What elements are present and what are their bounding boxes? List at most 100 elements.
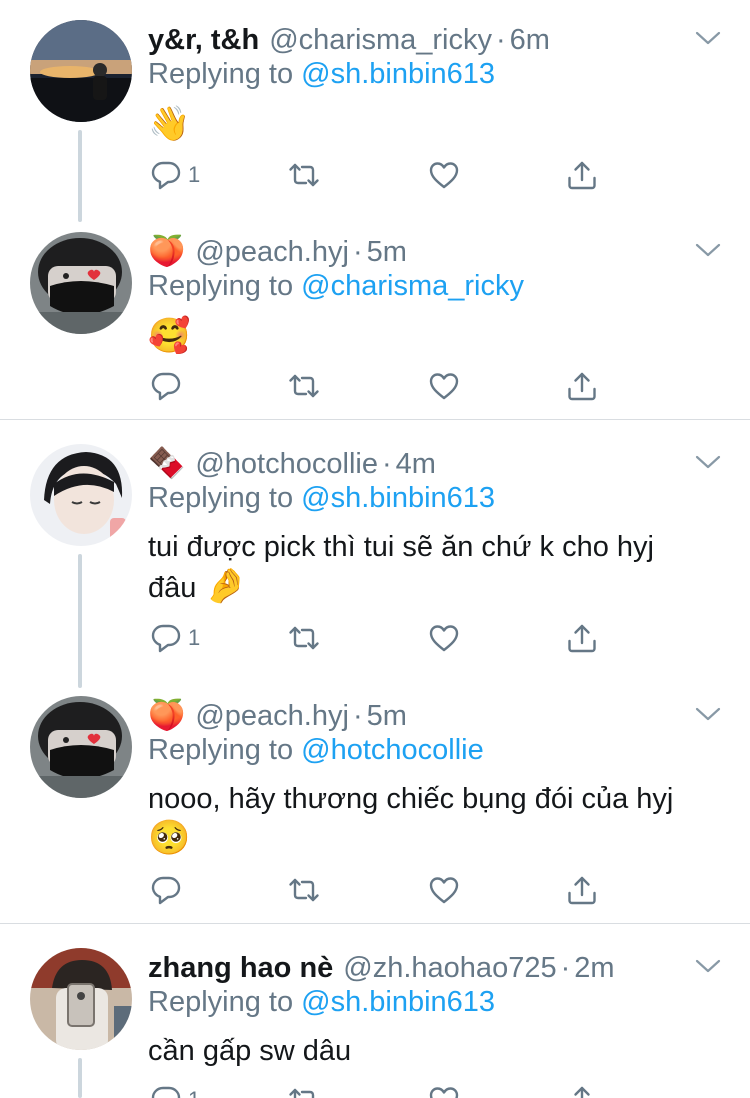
peach-emoji: 🍑	[148, 235, 186, 268]
reply-icon	[150, 1084, 182, 1098]
chevron-down-icon[interactable]	[694, 452, 722, 472]
tweet-header: 🍫 @hotchocollie · 4m	[148, 444, 436, 484]
reply-icon	[150, 159, 182, 191]
reply-button[interactable]: 1	[150, 157, 200, 193]
mention-link[interactable]: @sh.binbin613	[301, 58, 495, 90]
share-icon	[566, 1084, 598, 1098]
share-button[interactable]	[566, 157, 598, 193]
reply-icon	[150, 874, 182, 906]
username[interactable]: @zh.haohao725	[343, 952, 556, 985]
tweet[interactable]: 🍑 @peach.hyj · 5m Replying to @hotchocol…	[0, 696, 750, 922]
tweet-text: 🥰	[148, 316, 718, 357]
retweet-icon	[288, 622, 320, 654]
chevron-down-icon[interactable]	[694, 28, 722, 48]
tweet-actions	[150, 872, 610, 908]
tweet-text-line: 🥺	[148, 818, 718, 859]
chevron-down-icon[interactable]	[694, 956, 722, 976]
separator-dot: ·	[352, 235, 363, 268]
reply-button[interactable]: 1	[150, 620, 200, 656]
retweet-button[interactable]	[288, 1082, 320, 1098]
share-button[interactable]	[566, 1082, 598, 1098]
avatar[interactable]	[30, 696, 132, 798]
tweet-text: nooo, hãy thương chiếc bụng đói của hyj …	[148, 780, 718, 859]
tweet-text: cần gấp sw dâu	[148, 1032, 718, 1070]
replying-to: Replying to @hotchocollie	[148, 734, 484, 767]
username[interactable]: @peach.hyj	[195, 236, 349, 269]
reply-icon	[150, 370, 182, 402]
retweet-button[interactable]	[288, 368, 320, 404]
reply-count: 1	[188, 625, 201, 650]
separator-dot: ·	[496, 23, 506, 56]
tweet-actions: 1	[150, 157, 610, 193]
replying-to-label: Replying to	[148, 986, 294, 1018]
share-icon	[566, 622, 598, 654]
mention-link[interactable]: @hotchocollie	[301, 734, 484, 766]
peach-emoji: 🍑	[148, 699, 186, 732]
like-button[interactable]	[428, 157, 460, 193]
mention-link[interactable]: @sh.binbin613	[301, 482, 495, 514]
username[interactable]: @hotchocollie	[195, 448, 378, 481]
like-icon	[428, 874, 460, 906]
replying-to: Replying to @charisma_ricky	[148, 270, 524, 303]
tweet[interactable]: zhang hao nè @zh.haohao725 · 2m Replying…	[0, 948, 750, 1098]
like-icon	[428, 159, 460, 191]
tweet-actions	[150, 368, 610, 404]
avatar[interactable]	[30, 232, 132, 334]
avatar[interactable]	[30, 948, 132, 1050]
reply-icon	[150, 622, 182, 654]
reply-button[interactable]	[150, 872, 188, 908]
mention-link[interactable]: @charisma_ricky	[301, 270, 524, 302]
share-icon	[566, 159, 598, 191]
retweet-icon	[288, 1084, 320, 1098]
share-button[interactable]	[566, 872, 598, 908]
avatar[interactable]	[30, 20, 132, 122]
reply-button[interactable]	[150, 368, 188, 404]
like-button[interactable]	[428, 368, 460, 404]
like-icon	[428, 1084, 460, 1098]
retweet-button[interactable]	[288, 872, 320, 908]
thread-line	[78, 130, 82, 222]
username[interactable]: @charisma_ricky	[269, 24, 492, 57]
tweet[interactable]: 🍫 @hotchocollie · 4m Replying to @sh.bin…	[0, 444, 750, 688]
retweet-button[interactable]	[288, 157, 320, 193]
replying-to-label: Replying to	[148, 58, 294, 90]
username[interactable]: @peach.hyj	[195, 700, 349, 733]
mention-link[interactable]: @sh.binbin613	[301, 986, 495, 1018]
tweet-text-word: đâu	[148, 572, 197, 604]
tweet[interactable]: 🍑 @peach.hyj · 5m Replying to @charisma_…	[0, 232, 750, 418]
replying-to: Replying to @sh.binbin613	[148, 482, 495, 515]
reply-button[interactable]: 1	[150, 1082, 200, 1098]
like-icon	[428, 370, 460, 402]
reply-count: 1	[188, 1087, 200, 1098]
tweet-header: 🍑 @peach.hyj · 5m	[148, 232, 407, 272]
like-button[interactable]	[428, 620, 460, 656]
divider	[0, 419, 750, 420]
like-button[interactable]	[428, 872, 460, 908]
like-button[interactable]	[428, 1082, 460, 1098]
timestamp[interactable]: 6m	[510, 24, 550, 57]
share-button[interactable]	[566, 368, 598, 404]
chocolate-bar-emoji: 🍫	[148, 447, 186, 480]
chevron-down-icon[interactable]	[694, 240, 722, 260]
retweet-button[interactable]	[288, 620, 320, 656]
display-name[interactable]: zhang hao nè	[148, 952, 333, 985]
tweet-header: zhang hao nè @zh.haohao725 · 2m	[148, 948, 615, 988]
thread-line	[78, 1058, 82, 1098]
replying-to-label: Replying to	[148, 482, 294, 514]
timestamp[interactable]: 5m	[367, 236, 407, 269]
tweet[interactable]: y&r, t&h @charisma_ricky · 6m Replying t…	[0, 20, 750, 222]
tweet-actions: 1	[150, 1082, 610, 1098]
timestamp[interactable]: 4m	[396, 448, 436, 481]
share-button[interactable]	[566, 620, 598, 656]
tweet-actions: 1	[150, 620, 610, 656]
chevron-down-icon[interactable]	[694, 704, 722, 724]
retweet-icon	[288, 874, 320, 906]
timestamp[interactable]: 5m	[367, 700, 407, 733]
display-name[interactable]: y&r, t&h	[148, 24, 259, 57]
separator-dot: ·	[381, 447, 392, 480]
retweet-icon	[288, 159, 320, 191]
tweet-text-line: tui được pick thì tui sẽ ăn chứ k cho hy…	[148, 531, 654, 563]
avatar[interactable]	[30, 444, 132, 546]
timestamp[interactable]: 2m	[574, 952, 614, 985]
pinched-fingers-emoji: 🤌	[204, 567, 247, 605]
